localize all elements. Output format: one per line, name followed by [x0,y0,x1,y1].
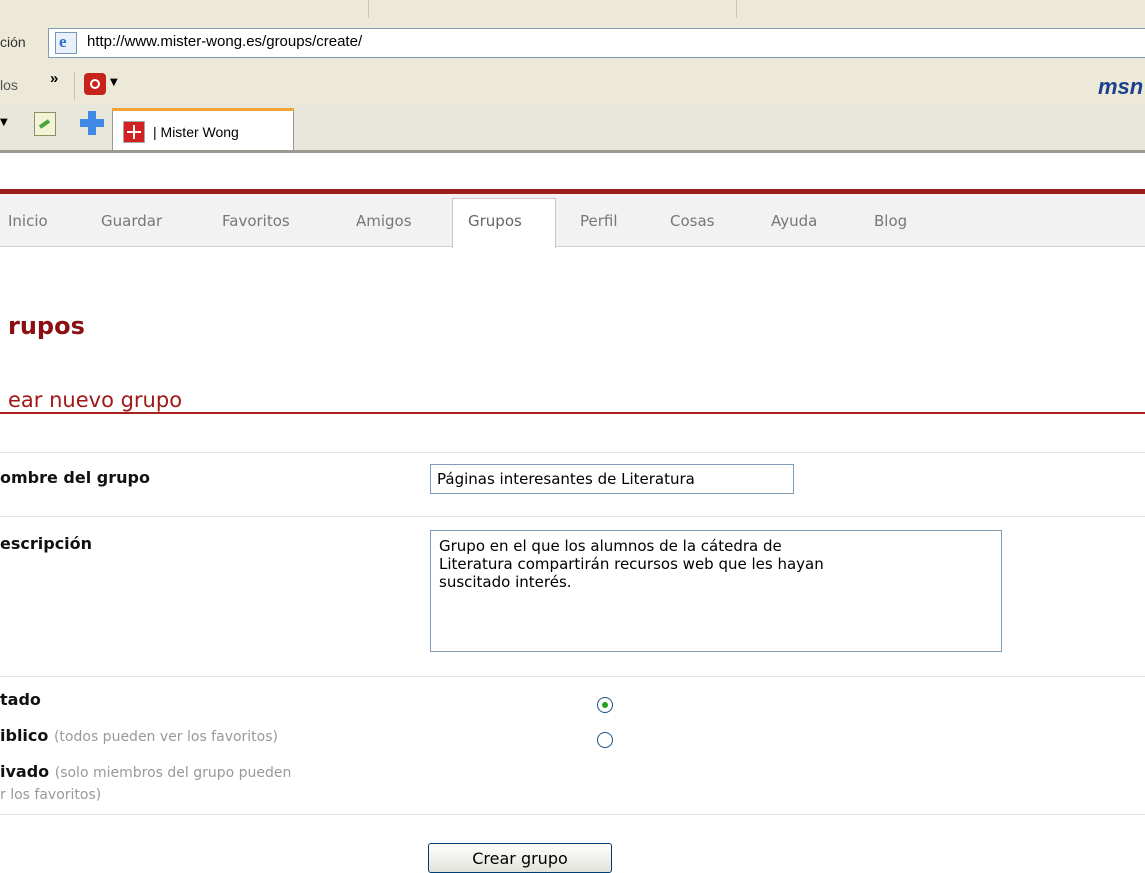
address-label: ción [0,34,26,50]
ie-page-icon: e [55,32,77,54]
mister-wong-favicon-icon [123,121,145,143]
main-nav [0,194,1145,246]
form-row-divider [0,814,1145,815]
pdf-icon[interactable] [84,73,106,95]
form-row-divider [0,452,1145,453]
radio-selected-dot [602,702,608,708]
browser-menu-strip [0,0,1145,23]
links-toolbar: los » ▼ msn [0,66,1145,104]
nav-item-blog[interactable]: Blog [874,212,907,230]
links-label: los [0,77,18,93]
add-favorite-icon[interactable] [34,112,56,136]
private-option-note-line1: (solo miembros del grupo pueden [54,765,292,781]
dropdown-arrow-icon[interactable]: ▼ [110,77,118,88]
page-title: rupos [8,312,85,340]
toolbar-separator [74,72,75,100]
form-row-divider [0,516,1145,517]
nav-item-ayuda[interactable]: Ayuda [771,212,817,230]
nav-item-inicio[interactable]: Inicio [8,212,48,230]
section-rule [0,412,1145,414]
url-field[interactable]: e http://www.mister-wong.es/groups/creat… [48,28,1145,58]
nav-item-guardar[interactable]: Guardar [101,212,162,230]
links-chevron-icon[interactable]: » [50,70,58,87]
nav-item-cosas[interactable]: Cosas [670,212,714,230]
description-label: escripción [0,534,93,553]
dropdown-arrow-icon[interactable]: ▼ [0,117,8,128]
public-radio[interactable] [597,697,613,713]
public-option-note: (todos pueden ver los favoritos) [53,729,278,745]
url-text[interactable]: http://www.mister-wong.es/groups/create/ [87,33,362,50]
form-row-divider [0,676,1145,677]
private-radio[interactable] [597,732,613,748]
create-group-button[interactable]: Crear grupo [428,843,612,873]
status-label: tado [0,690,41,709]
nav-item-favoritos[interactable]: Favoritos [222,212,290,230]
msn-logo: msn [1098,74,1144,99]
private-option-label: ivado (solo miembros del grupo pueden [0,762,291,781]
tab-bar: ▼ | Mister Wong [0,104,1145,150]
private-option-note-line2: r los favoritos) [0,787,102,803]
address-bar: ción e http://www.mister-wong.es/groups/… [0,22,1145,66]
nav-divider [0,246,1145,247]
nav-item-perfil[interactable]: Perfil [580,212,618,230]
new-tab-plus-icon[interactable] [80,111,104,135]
private-option-note-wrap: r los favoritos) [0,784,101,803]
group-name-input[interactable] [430,464,794,494]
nav-item-grupos[interactable]: Grupos [468,212,522,230]
description-textarea[interactable]: Grupo en el que los alumnos de la cátedr… [430,530,1002,652]
section-title: ear nuevo grupo [8,388,183,412]
tab-title: | Mister Wong [153,124,239,140]
toolbar-separator [368,0,369,18]
group-name-label: ombre del grupo [0,468,150,487]
toolbar-separator [736,0,737,18]
tab-bar-border [0,150,1145,153]
public-option-title: iblico [0,726,49,745]
private-option-title: ivado [0,762,50,781]
public-option-label: iblico (todos pueden ver los favoritos) [0,726,278,745]
nav-item-amigos[interactable]: Amigos [356,212,412,230]
browser-tab-mister-wong[interactable]: | Mister Wong [112,108,294,150]
